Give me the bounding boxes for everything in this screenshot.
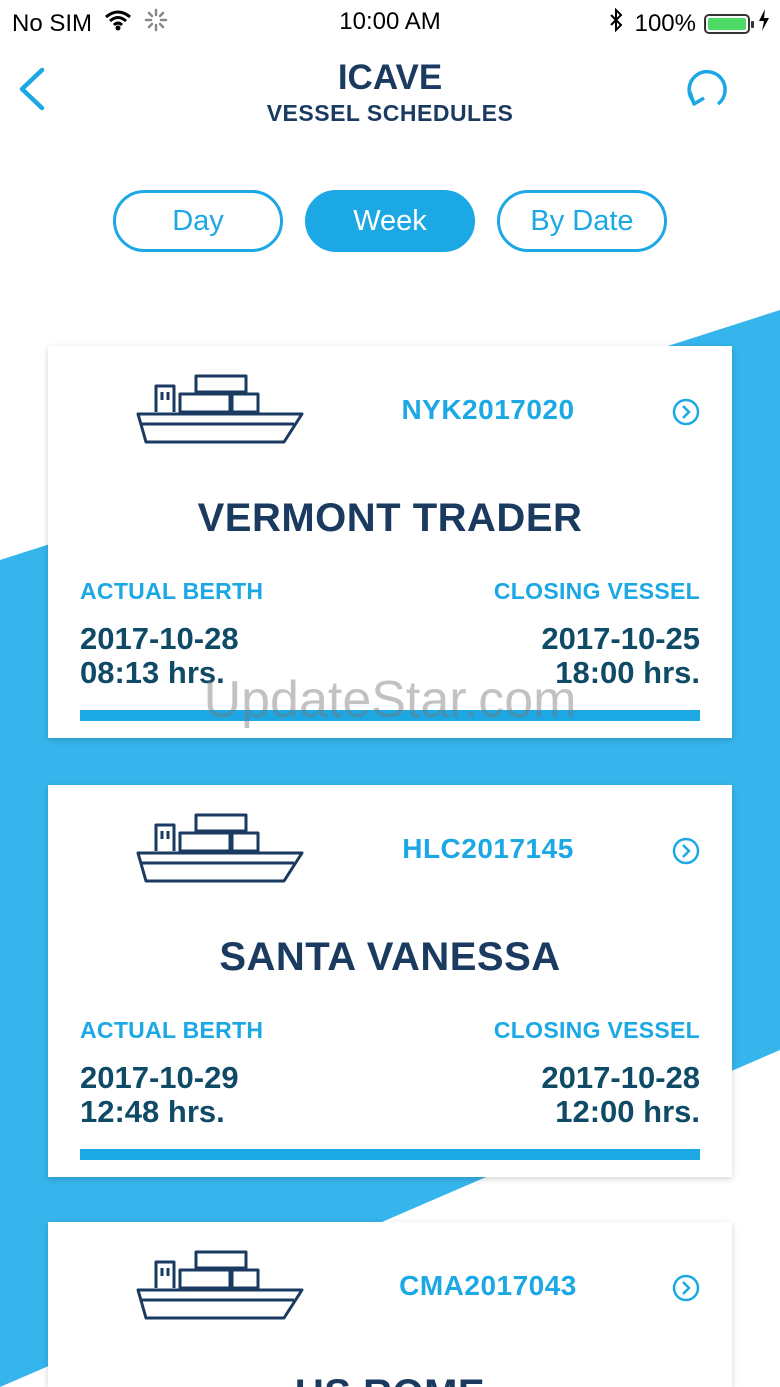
closing-date: 2017-10-25	[541, 621, 700, 656]
actual-berth-label: ACTUAL BERTH	[80, 1017, 264, 1043]
vessel-card[interactable]: HLC2017145 SANTA VANESSA ACTUAL BERTH CL…	[48, 785, 732, 1177]
vessel-name: VERMONT TRADER	[197, 496, 583, 540]
closing-vessel-label: CLOSING VESSEL	[493, 1017, 700, 1043]
berth-date: 2017-10-29	[80, 1060, 239, 1095]
chevron-right-circle-icon[interactable]	[672, 837, 700, 865]
vessel-code: NYK2017020	[401, 394, 575, 425]
vessel-card[interactable]: CMA2017043 US ROME	[48, 1222, 732, 1387]
closing-date: 2017-10-28	[541, 1060, 700, 1095]
vessel-card[interactable]: NYK2017020 VERMONT TRADER ACTUAL BERTH C…	[48, 346, 732, 738]
chevron-right-circle-icon[interactable]	[672, 1274, 700, 1302]
tab-day[interactable]: Day	[113, 190, 283, 252]
vessel-name: US ROME	[48, 1372, 732, 1387]
actual-berth-label: ACTUAL BERTH	[80, 578, 264, 604]
tab-by-date[interactable]: By Date	[497, 190, 667, 252]
actual-berth-value: 2017-10-29 12:48 hrs.	[80, 1061, 239, 1129]
actual-berth-value: 2017-10-28 08:13 hrs.	[80, 622, 239, 690]
tab-week[interactable]: Week	[305, 190, 475, 252]
bluetooth-icon	[609, 7, 623, 39]
vessel-code: HLC2017145	[402, 833, 574, 864]
berth-time: 12:48 hrs.	[80, 1094, 225, 1129]
chevron-right-circle-icon[interactable]	[672, 398, 700, 426]
cargo-ship-icon	[136, 374, 304, 444]
cargo-ship-icon	[136, 1250, 304, 1320]
battery-icon	[704, 13, 754, 34]
status-bar: No SIM 10:00 AM 100%	[0, 0, 780, 44]
charging-bolt-icon	[758, 9, 770, 38]
page-subtitle: VESSEL SCHEDULES	[266, 100, 514, 126]
period-segmented-control: Day Week By Date	[113, 190, 667, 254]
battery-percent: 100%	[634, 9, 696, 37]
refresh-button[interactable]	[680, 62, 732, 114]
page-title: ICAVE	[337, 58, 443, 97]
closing-vessel-value: 2017-10-28 12:00 hrs.	[541, 1061, 700, 1129]
vessel-code: CMA2017043	[399, 1270, 577, 1301]
closing-time: 12:00 hrs.	[555, 1094, 700, 1129]
vessel-name: SANTA VANESSA	[219, 935, 561, 979]
cargo-ship-icon	[136, 813, 304, 883]
closing-time: 18:00 hrs.	[555, 655, 700, 690]
berth-time: 08:13 hrs.	[80, 655, 225, 690]
card-accent-bar	[80, 1149, 700, 1160]
closing-vessel-value: 2017-10-25 18:00 hrs.	[541, 622, 700, 690]
berth-date: 2017-10-28	[80, 621, 239, 656]
nav-bar: ICAVE VESSEL SCHEDULES	[0, 44, 780, 144]
refresh-icon	[687, 69, 727, 106]
card-accent-bar	[80, 710, 700, 721]
closing-vessel-label: CLOSING VESSEL	[493, 578, 700, 604]
